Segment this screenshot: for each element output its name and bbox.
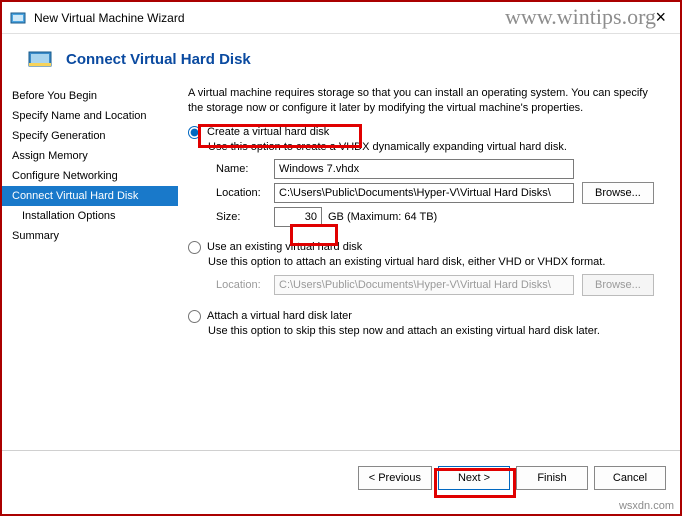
option-use-existing-radio[interactable] <box>188 241 201 254</box>
option-attach-later-label: Attach a virtual hard disk later <box>207 310 352 322</box>
location-label: Location: <box>216 187 274 199</box>
finish-button[interactable]: Finish <box>516 466 588 490</box>
cancel-button[interactable]: Cancel <box>594 466 666 490</box>
sidebar-item-summary[interactable]: Summary <box>2 226 178 246</box>
existing-location-input <box>274 275 574 295</box>
size-unit-text: GB (Maximum: 64 TB) <box>328 211 437 223</box>
option-use-existing-label: Use an existing virtual hard disk <box>207 241 362 253</box>
size-label: Size: <box>216 211 274 223</box>
hard-disk-header-icon <box>28 48 52 70</box>
option-create-vhd-desc: Use this option to create a VHDX dynamic… <box>208 141 666 153</box>
existing-location-label: Location: <box>216 279 274 291</box>
wizard-app-icon <box>10 10 26 26</box>
next-button[interactable]: Next > <box>438 466 510 490</box>
sidebar-item-installation-options[interactable]: Installation Options <box>2 206 178 226</box>
sidebar-item-specify-name[interactable]: Specify Name and Location <box>2 106 178 126</box>
sidebar-item-assign-memory[interactable]: Assign Memory <box>2 146 178 166</box>
wizard-header: Connect Virtual Hard Disk <box>2 34 680 84</box>
option-attach-later-row: Attach a virtual hard disk later <box>188 310 666 323</box>
existing-browse-button: Browse... <box>582 274 654 296</box>
name-label: Name: <box>216 163 274 175</box>
wizard-footer: < Previous Next > Finish Cancel <box>2 450 680 504</box>
sidebar-item-specify-generation[interactable]: Specify Generation <box>2 126 178 146</box>
name-input[interactable] <box>274 159 574 179</box>
option-create-vhd-row: Create a virtual hard disk <box>188 126 666 139</box>
close-icon[interactable]: × <box>649 7 672 28</box>
option-create-vhd-radio[interactable] <box>188 126 201 139</box>
option-create-vhd-label: Create a virtual hard disk <box>207 126 329 138</box>
sidebar-item-before-you-begin[interactable]: Before You Begin <box>2 86 178 106</box>
location-input[interactable] <box>274 183 574 203</box>
option-attach-later-desc: Use this option to skip this step now an… <box>208 325 666 337</box>
titlebar: New Virtual Machine Wizard × <box>2 2 680 34</box>
wizard-content: A virtual machine requires storage so th… <box>178 84 680 450</box>
option-attach-later-radio[interactable] <box>188 310 201 323</box>
sidebar-item-configure-networking[interactable]: Configure Networking <box>2 166 178 186</box>
previous-button[interactable]: < Previous <box>358 466 432 490</box>
page-title: Connect Virtual Hard Disk <box>66 51 251 68</box>
size-input[interactable] <box>274 207 322 227</box>
browse-button[interactable]: Browse... <box>582 182 654 204</box>
option-use-existing-row: Use an existing virtual hard disk <box>188 241 666 254</box>
option-use-existing-desc: Use this option to attach an existing vi… <box>208 256 666 268</box>
wizard-steps-sidebar: Before You Begin Specify Name and Locati… <box>2 84 178 450</box>
sidebar-item-connect-vhd[interactable]: Connect Virtual Hard Disk <box>2 186 178 206</box>
page-description: A virtual machine requires storage so th… <box>188 86 666 116</box>
window-title: New Virtual Machine Wizard <box>34 11 649 25</box>
